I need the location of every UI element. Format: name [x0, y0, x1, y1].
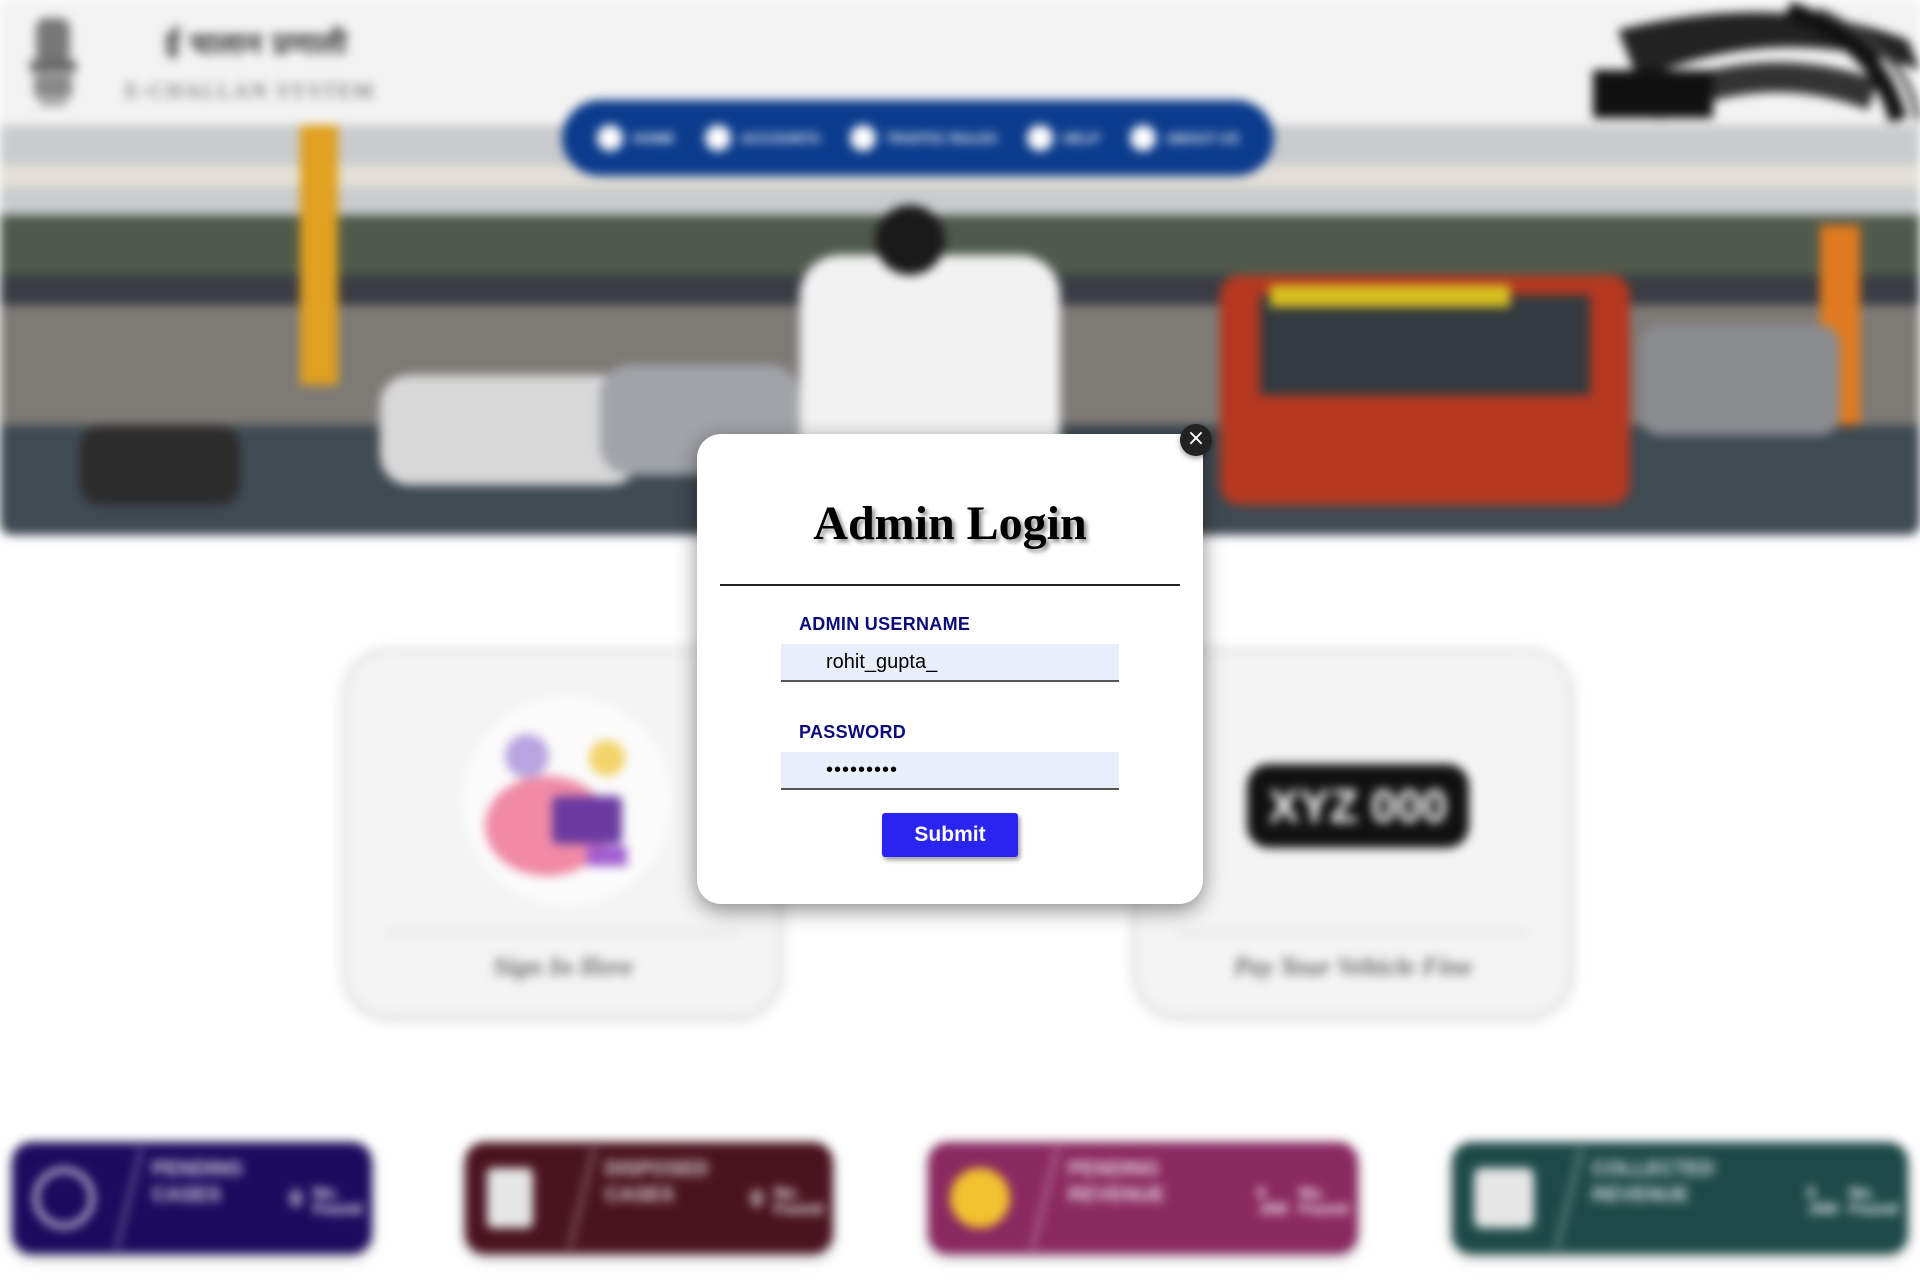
password-label: PASSWORD — [799, 722, 907, 742]
password-field[interactable] — [781, 752, 1119, 790]
username-label: ADMIN USERNAME — [799, 614, 971, 634]
nav-label: HELP — [1062, 130, 1101, 146]
modal-title: Admin Login — [813, 497, 1087, 550]
stat-title: PENDING REVENUE — [1068, 1158, 1165, 1206]
stat-title: DISPOSED CASES — [605, 1158, 709, 1206]
stat-unit: No. Found — [1849, 1185, 1898, 1218]
stat-title: PENDING CASES — [152, 1158, 244, 1206]
nav-label: ABOUT US — [1165, 130, 1240, 146]
close-icon[interactable]: × — [1180, 424, 1212, 456]
admin-login-modal: Admin Login ADMIN USERNAME PASSWORD Subm… — [697, 434, 1203, 904]
stat-unit: No. Found — [313, 1185, 362, 1218]
coins-icon — [950, 1168, 1010, 1228]
nav-item-traffic-rules[interactable]: TRAFFIC RULES — [849, 125, 998, 151]
page: ई चालान प्रणाली E-CHALLAN SYSTEM HOME AC… — [0, 0, 1920, 1288]
signin-caption: Sign In Here — [492, 952, 634, 981]
stat-unit: No. Found — [774, 1185, 823, 1218]
pay-fine-caption: Pay Your Vehicle Fine — [1233, 952, 1473, 981]
nav-label: TRAFFIC RULES — [885, 130, 998, 146]
rules-icon — [849, 125, 876, 151]
highway-logo-icon — [1593, 1, 1920, 123]
stat-divider — [114, 1148, 144, 1248]
nav-item-about-us[interactable]: ABOUT US — [1129, 125, 1240, 151]
stat-pending-cases: PENDING CASES 0 No. Found — [12, 1142, 372, 1254]
stat-pending-revenue: PENDING REVENUE 0 .000 No. Found — [928, 1142, 1358, 1254]
modal-divider — [720, 584, 1180, 586]
info-icon — [1129, 125, 1156, 151]
help-icon — [1026, 125, 1053, 151]
main-nav: HOME ACCOUNTS TRAFFIC RULES HELP ABOUT U… — [562, 100, 1274, 176]
site-title-english: E-CHALLAN SYSTEM — [125, 78, 376, 103]
alert-icon — [34, 1168, 94, 1228]
nav-item-home[interactable]: HOME — [596, 125, 675, 151]
stat-disposed-cases: DISPOSED CASES 0 No. Found — [465, 1142, 833, 1254]
national-emblem-icon — [30, 18, 76, 106]
submit-button[interactable]: Submit — [882, 813, 1018, 857]
username-field[interactable] — [781, 644, 1119, 682]
nav-label: ACCOUNTS — [740, 130, 821, 146]
card-divider — [387, 932, 739, 934]
stat-title: COLLECTED REVENUE — [1592, 1158, 1715, 1206]
home-icon — [596, 125, 623, 151]
stat-value: 0 .000 — [1806, 1185, 1838, 1218]
stat-divider — [1554, 1148, 1584, 1248]
card-divider — [1177, 932, 1529, 934]
nav-item-accounts[interactable]: ACCOUNTS — [704, 125, 821, 151]
stat-collected-revenue: COLLECTED REVENUE 0 .000 No. Found — [1452, 1142, 1908, 1254]
stat-divider — [1030, 1148, 1060, 1248]
number-plate: XYZ 000 — [1247, 764, 1469, 848]
stat-unit: No. Found — [1299, 1185, 1348, 1218]
user-icon — [704, 125, 731, 151]
site-title-hindi: ई चालान प्रणाली — [165, 27, 347, 62]
stat-divider — [567, 1148, 597, 1248]
stat-value: 0 — [289, 1186, 302, 1211]
stat-value: 0 — [750, 1186, 763, 1211]
document-icon — [487, 1168, 533, 1228]
signin-illustration-icon — [463, 697, 671, 905]
collection-icon — [1474, 1168, 1534, 1228]
nav-label: HOME — [632, 130, 675, 146]
nav-item-help[interactable]: HELP — [1026, 125, 1101, 151]
stat-value: 0 .000 — [1256, 1185, 1288, 1218]
